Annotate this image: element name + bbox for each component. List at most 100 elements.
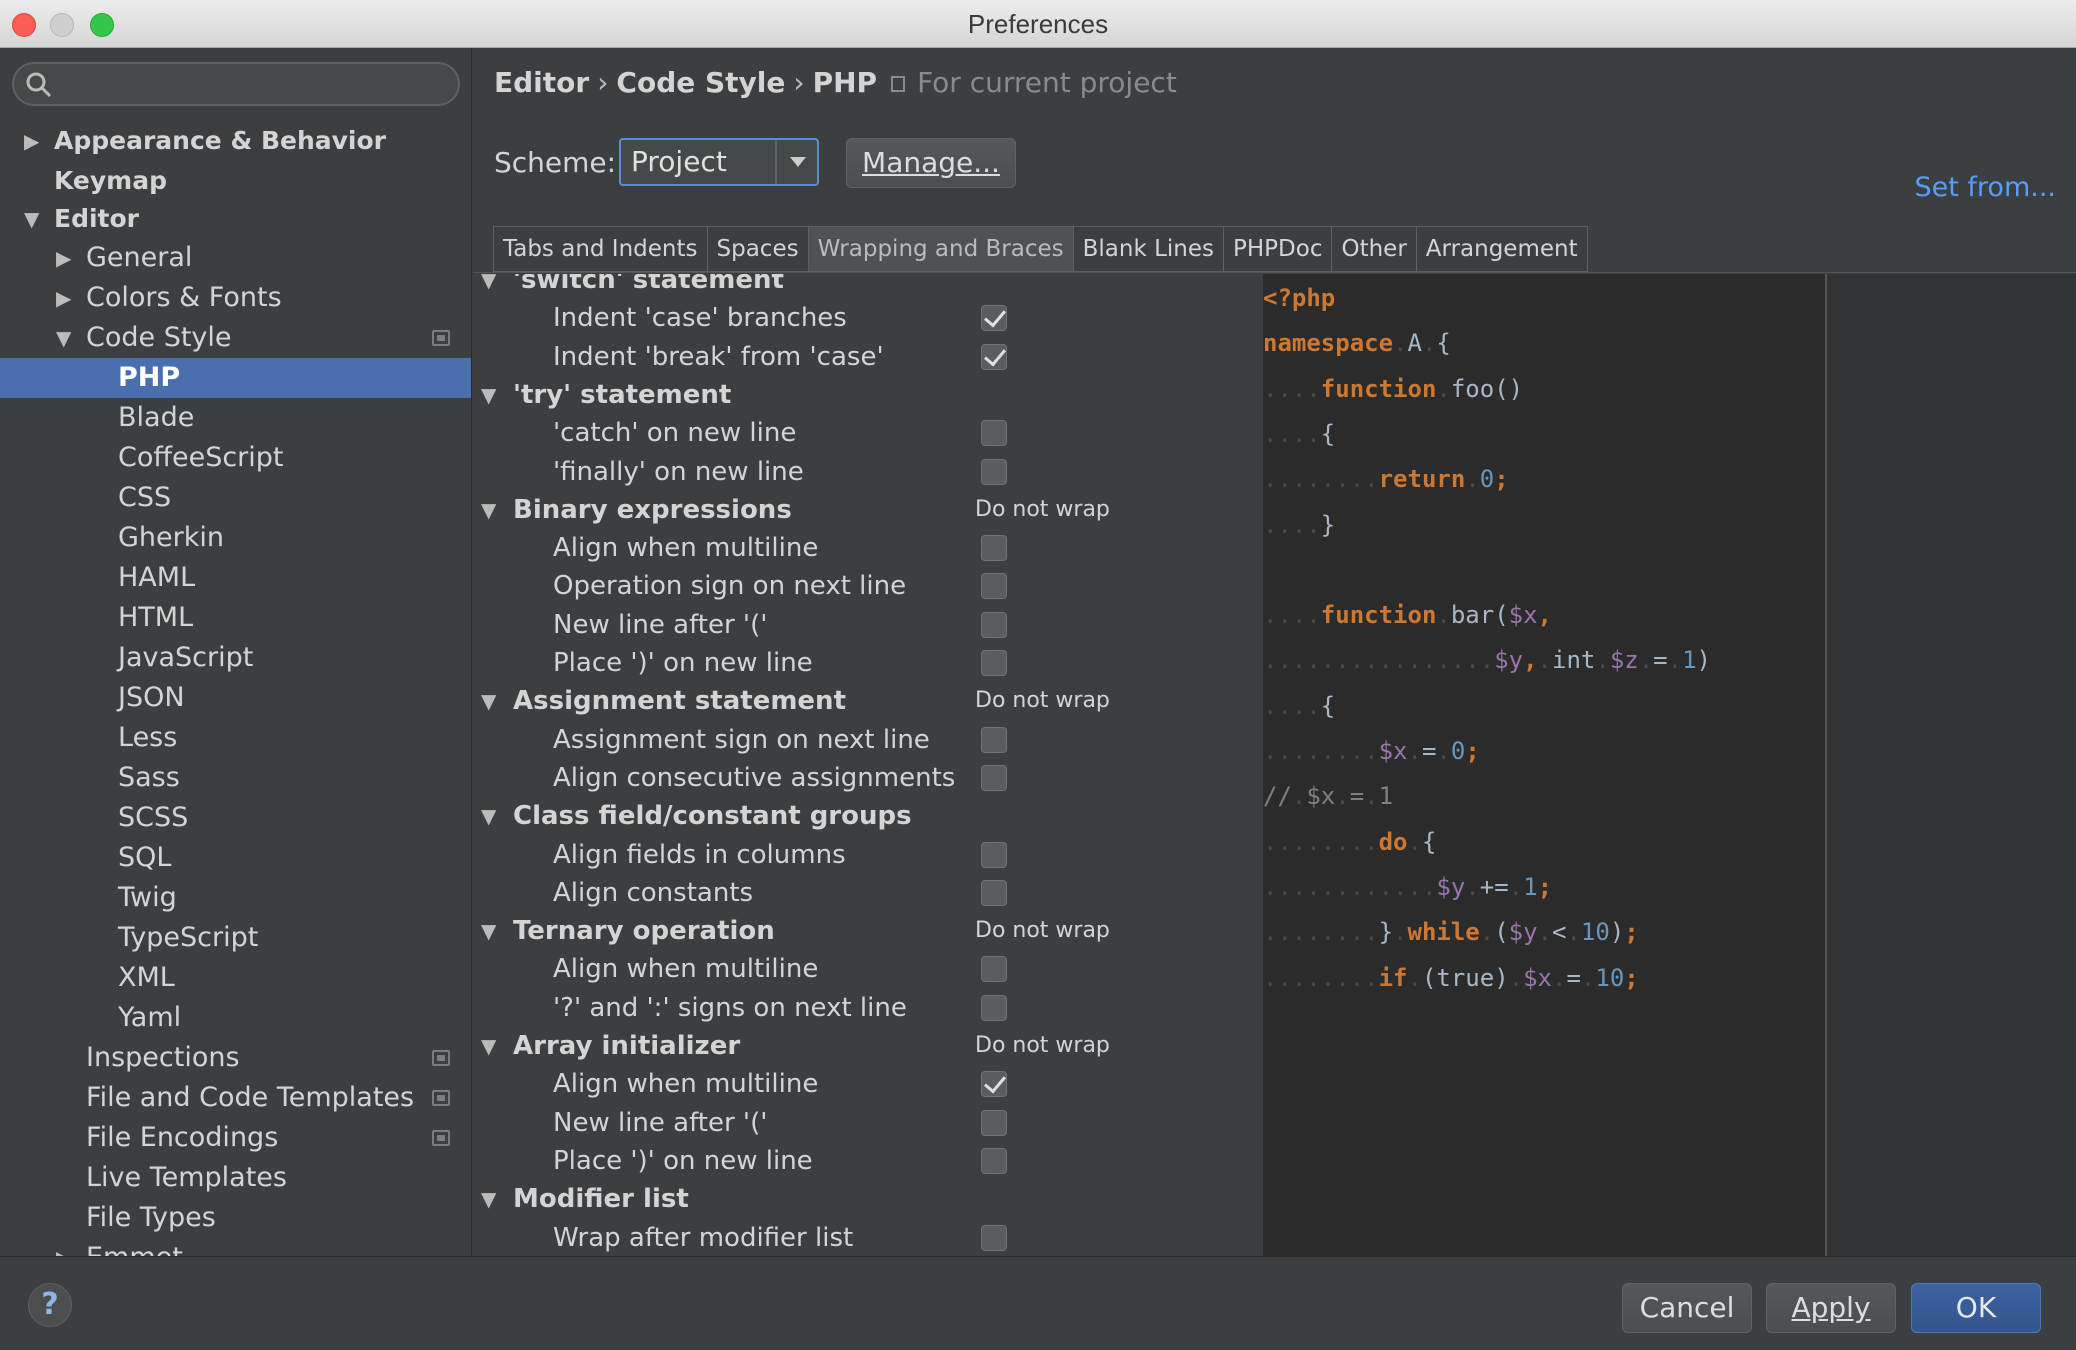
tab-other[interactable]: Other bbox=[1331, 226, 1416, 272]
expanded-arrow-icon[interactable]: ▼ bbox=[481, 1027, 496, 1065]
collapsed-arrow-icon[interactable]: ▶ bbox=[24, 121, 39, 161]
collapsed-arrow-icon[interactable]: ▶ bbox=[56, 238, 71, 278]
tab-phpdoc[interactable]: PHPDoc bbox=[1223, 226, 1332, 272]
option-checkbox[interactable] bbox=[981, 1109, 1007, 1136]
sidebar-item-php[interactable]: PHP bbox=[0, 358, 471, 398]
code-line: ....function.bar($x, bbox=[1263, 601, 1552, 629]
expanded-arrow-icon[interactable]: ▼ bbox=[481, 912, 496, 950]
sidebar-item-haml[interactable]: HAML bbox=[0, 558, 471, 598]
option-checkbox[interactable] bbox=[981, 726, 1007, 753]
manage-button[interactable]: Manage... bbox=[846, 138, 1016, 188]
code-line: ............$y.+=.1; bbox=[1263, 873, 1552, 901]
option-group[interactable]: ▼ Class field/constant groups bbox=[473, 797, 1263, 835]
code-token: $x bbox=[1508, 601, 1538, 630]
sidebar-item-typescript[interactable]: TypeScript bbox=[0, 918, 471, 958]
option-checkbox[interactable] bbox=[981, 305, 1007, 332]
sidebar-item-colors-fonts[interactable]: ▶ Colors & Fonts bbox=[0, 278, 471, 318]
sidebar-item-twig[interactable]: Twig bbox=[0, 878, 471, 918]
ok-button[interactable]: OK bbox=[1911, 1283, 2041, 1333]
option-checkbox[interactable] bbox=[981, 956, 1007, 983]
sidebar-item-scss[interactable]: SCSS bbox=[0, 798, 471, 838]
sidebar-item-general[interactable]: ▶ General bbox=[0, 238, 471, 278]
set-from-link[interactable]: Set from... bbox=[1915, 172, 2057, 203]
sidebar-item-javascript[interactable]: JavaScript bbox=[0, 638, 471, 678]
sidebar-item-editor[interactable]: ▼ Editor bbox=[0, 199, 471, 239]
sidebar-item-json[interactable]: JSON bbox=[0, 678, 471, 718]
expanded-arrow-icon[interactable]: ▼ bbox=[24, 199, 39, 239]
wrap-mode-select[interactable]: Do not wrap bbox=[975, 1027, 1110, 1065]
sidebar-item-html[interactable]: HTML bbox=[0, 598, 471, 638]
code-token: { bbox=[1320, 419, 1336, 448]
option-checkbox[interactable] bbox=[981, 573, 1007, 600]
sidebar-item-file-encodings[interactable]: File Encodings bbox=[0, 1118, 471, 1158]
settings-search-input[interactable] bbox=[12, 62, 460, 106]
expanded-arrow-icon[interactable]: ▼ bbox=[481, 274, 496, 299]
option-group[interactable]: ▼ Binary expressions Do not wrap bbox=[473, 491, 1263, 529]
option-group[interactable]: ▼ Array initializer Do not wrap bbox=[473, 1027, 1263, 1065]
sidebar-item-appearance-behavior[interactable]: ▶ Appearance & Behavior bbox=[0, 121, 471, 161]
option-checkbox[interactable] bbox=[981, 1224, 1007, 1251]
option-checkbox[interactable] bbox=[981, 611, 1007, 638]
sidebar-item-sql[interactable]: SQL bbox=[0, 838, 471, 878]
option-label: Align fields in columns bbox=[553, 839, 846, 870]
option-group[interactable]: ▼ 'switch' statement bbox=[473, 274, 1263, 299]
wrap-mode-select[interactable]: Do not wrap bbox=[975, 491, 1110, 529]
tab-spaces[interactable]: Spaces bbox=[706, 226, 808, 272]
sidebar-item-inspections[interactable]: Inspections bbox=[0, 1038, 471, 1078]
option-checkbox[interactable] bbox=[981, 535, 1007, 562]
collapsed-arrow-icon[interactable]: ▶ bbox=[56, 1238, 71, 1256]
wrap-mode-select[interactable]: Do not wrap bbox=[975, 912, 1110, 950]
apply-button[interactable]: Apply bbox=[1766, 1283, 1896, 1333]
sidebar-item-live-templates[interactable]: Live Templates bbox=[0, 1158, 471, 1198]
sidebar-item-file-types[interactable]: File Types bbox=[0, 1198, 471, 1238]
sidebar-item-blade[interactable]: Blade bbox=[0, 398, 471, 438]
code-token: ( bbox=[1494, 918, 1509, 947]
option-group[interactable]: ▼ Assignment statement Do not wrap bbox=[473, 682, 1263, 720]
sidebar-item-file-and-code-templates[interactable]: File and Code Templates bbox=[0, 1078, 471, 1118]
option-group[interactable]: ▼ 'try' statement bbox=[473, 376, 1263, 414]
sidebar-item-less[interactable]: Less bbox=[0, 718, 471, 758]
option-group[interactable]: ▼ Ternary operation Do not wrap bbox=[473, 912, 1263, 950]
expanded-arrow-icon[interactable]: ▼ bbox=[56, 318, 71, 358]
option-group[interactable]: ▼ Modifier list bbox=[473, 1180, 1263, 1218]
option-checkbox[interactable] bbox=[981, 1071, 1007, 1098]
sidebar-item-gherkin[interactable]: Gherkin bbox=[0, 518, 471, 558]
expanded-arrow-icon[interactable]: ▼ bbox=[481, 797, 496, 835]
option-checkbox[interactable] bbox=[981, 841, 1007, 868]
expanded-arrow-icon[interactable]: ▼ bbox=[481, 376, 496, 414]
tab-wrapping-and-braces[interactable]: Wrapping and Braces bbox=[807, 226, 1073, 272]
option-checkbox[interactable] bbox=[981, 764, 1007, 791]
tab-blank-lines[interactable]: Blank Lines bbox=[1072, 226, 1224, 272]
expanded-arrow-icon[interactable]: ▼ bbox=[481, 682, 496, 720]
tab-arrangement[interactable]: Arrangement bbox=[1415, 226, 1588, 272]
option-checkbox[interactable] bbox=[981, 420, 1007, 447]
sidebar-item-code-style[interactable]: ▼ Code Style bbox=[0, 318, 471, 358]
scheme-label: Scheme: bbox=[494, 146, 617, 179]
scheme-dropdown[interactable]: Project bbox=[619, 138, 819, 186]
sidebar-item-yaml[interactable]: Yaml bbox=[0, 998, 471, 1038]
help-button[interactable]: ? bbox=[28, 1283, 72, 1327]
sidebar-item-emmet[interactable]: ▶ Emmet bbox=[0, 1238, 471, 1256]
collapsed-arrow-icon[interactable]: ▶ bbox=[56, 278, 71, 318]
sidebar-item-sass[interactable]: Sass bbox=[0, 758, 471, 798]
wrap-mode-select[interactable]: Do not wrap bbox=[975, 682, 1110, 720]
option-checkbox[interactable] bbox=[981, 458, 1007, 485]
whitespace-marker: . bbox=[1407, 737, 1422, 765]
option-checkbox[interactable] bbox=[981, 1147, 1007, 1174]
sidebar-item-label: General bbox=[86, 242, 193, 273]
option-checkbox[interactable] bbox=[981, 343, 1007, 370]
option-checkbox[interactable] bbox=[981, 650, 1007, 676]
option-checkbox[interactable] bbox=[981, 879, 1007, 906]
expanded-arrow-icon[interactable]: ▼ bbox=[481, 1180, 496, 1218]
sidebar-item-label: Colors & Fonts bbox=[86, 282, 282, 313]
option-checkbox[interactable] bbox=[981, 994, 1007, 1021]
code-token: = bbox=[1349, 782, 1365, 811]
sidebar-item-css[interactable]: CSS bbox=[0, 478, 471, 518]
sidebar-item-keymap[interactable]: Keymap bbox=[0, 161, 471, 201]
expanded-arrow-icon[interactable]: ▼ bbox=[481, 491, 496, 529]
cancel-button[interactable]: Cancel bbox=[1622, 1283, 1752, 1333]
sidebar-item-xml[interactable]: XML bbox=[0, 958, 471, 998]
code-token: ; bbox=[1624, 963, 1639, 992]
sidebar-item-coffeescript[interactable]: CoffeeScript bbox=[0, 438, 471, 478]
tab-tabs-and-indents[interactable]: Tabs and Indents bbox=[493, 226, 707, 272]
